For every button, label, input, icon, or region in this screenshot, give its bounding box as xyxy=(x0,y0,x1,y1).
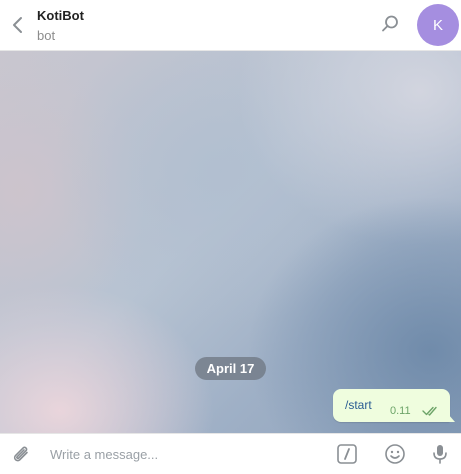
chat-header: KotiBot bot K xyxy=(0,0,461,51)
chat-info[interactable]: KotiBot bot xyxy=(37,8,84,44)
message-list[interactable]: April 17 /start 0.11 xyxy=(0,51,461,433)
message-input[interactable] xyxy=(50,444,310,464)
message-composer xyxy=(0,433,461,474)
emoji-button[interactable] xyxy=(383,442,407,466)
paperclip-icon xyxy=(13,446,28,462)
bubble-tail xyxy=(448,414,455,422)
bot-commands-button[interactable] xyxy=(336,443,358,465)
chevron-left-icon xyxy=(13,17,22,33)
message-text[interactable]: /start xyxy=(345,398,372,412)
chat-window: KotiBot bot K April 17 /start 0.11 xyxy=(0,0,461,474)
double-check-icon xyxy=(422,406,437,416)
voice-message-button[interactable] xyxy=(428,442,452,466)
date-separator: April 17 xyxy=(195,357,266,380)
smiley-icon xyxy=(385,444,405,464)
back-button[interactable] xyxy=(6,12,28,38)
search-icon xyxy=(382,15,398,32)
date-separator-label: April 17 xyxy=(206,361,255,376)
outgoing-message[interactable]: /start 0.11 xyxy=(333,389,455,422)
chat-title: KotiBot xyxy=(37,8,84,23)
search-button[interactable] xyxy=(378,12,402,36)
slash-command-icon xyxy=(337,444,357,464)
message-time: 0.11 xyxy=(390,405,411,417)
avatar[interactable]: K xyxy=(417,4,459,46)
chat-status: bot xyxy=(37,28,56,43)
attach-button[interactable] xyxy=(9,442,33,466)
microphone-icon xyxy=(433,445,447,464)
avatar-letter: K xyxy=(432,16,443,34)
